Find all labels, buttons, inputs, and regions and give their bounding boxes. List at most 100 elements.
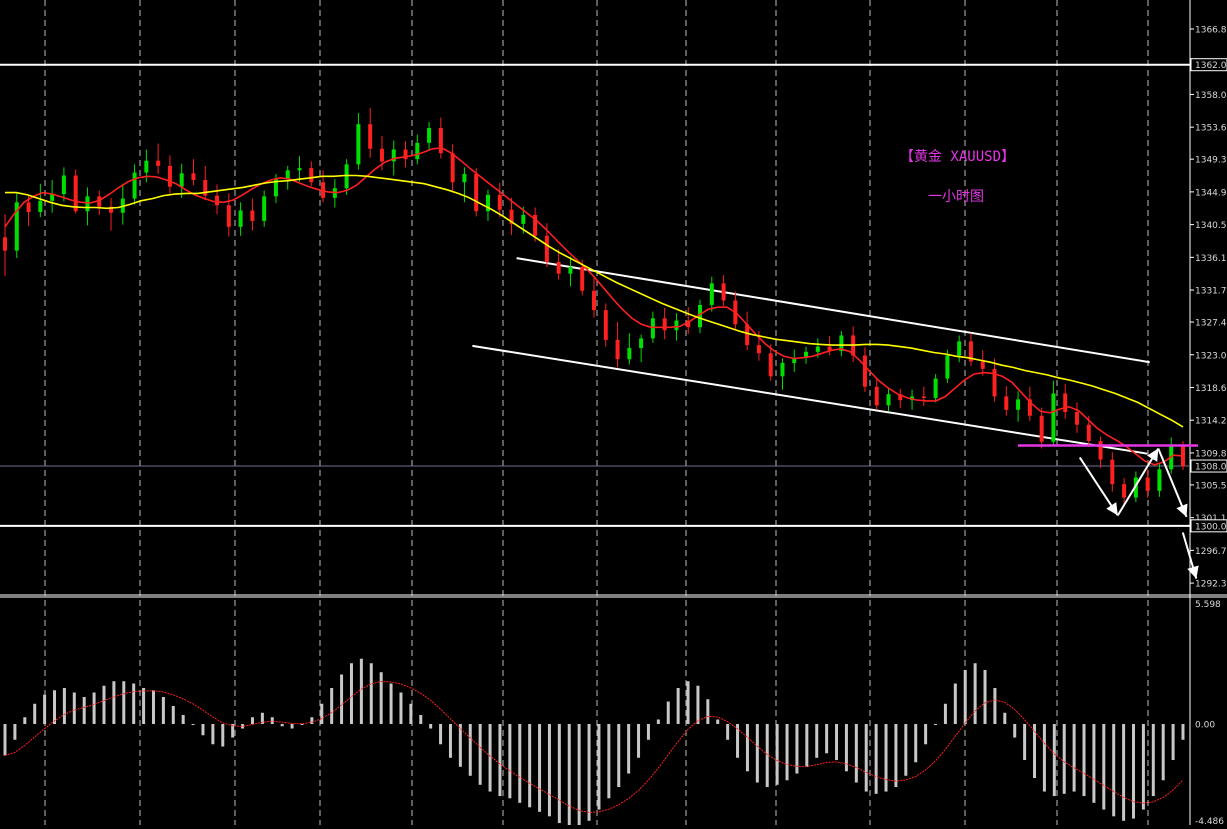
chart-title: 【黄金 XAUUSD】 xyxy=(900,148,1015,165)
osc-bar-61 xyxy=(607,724,611,799)
candle-body-79 xyxy=(933,378,938,398)
osc-bar-31 xyxy=(310,717,314,725)
y-tick-label-13: 1309.80 xyxy=(1195,449,1227,459)
chart-background xyxy=(0,0,1227,825)
candle-body-7 xyxy=(85,196,90,212)
candle-body-35 xyxy=(415,142,420,160)
osc-bar-29 xyxy=(290,724,294,729)
y-tick-label-9: 1327.40 xyxy=(1195,319,1227,329)
candle-body-93 xyxy=(1098,441,1103,460)
osc-bar-81 xyxy=(805,724,809,767)
osc-bar-32 xyxy=(320,703,324,725)
osc-bar-0 xyxy=(3,724,7,756)
osc-bar-79 xyxy=(785,724,789,781)
y-tick-label-19: 1292.30 xyxy=(1195,580,1227,590)
osc-bar-12 xyxy=(122,681,126,725)
y-tick-label-7: 1336.10 xyxy=(1195,254,1227,264)
osc-bar-66 xyxy=(656,719,660,725)
y-tick-label-2: 1358.00 xyxy=(1195,91,1227,101)
candle-body-90 xyxy=(1063,393,1068,413)
y-tick-label-1: 1362.00 xyxy=(1195,61,1227,71)
osc-bar-34 xyxy=(340,674,344,725)
candle-body-30 xyxy=(356,124,361,165)
candle-body-56 xyxy=(662,318,667,331)
candle-body-15 xyxy=(179,173,184,187)
candle-body-44 xyxy=(521,214,526,224)
osc-bar-67 xyxy=(666,701,670,725)
candle-body-36 xyxy=(427,127,432,143)
candle-body-11 xyxy=(132,172,137,199)
y-tick-label-0: 1366.80 xyxy=(1195,26,1227,36)
osc-bar-119 xyxy=(1181,724,1185,740)
osc-bar-49 xyxy=(488,724,492,792)
candle-body-37 xyxy=(438,127,443,154)
osc-bar-60 xyxy=(597,724,601,810)
candle-body-19 xyxy=(226,205,231,227)
osc-bar-30 xyxy=(300,724,304,726)
candle-body-81 xyxy=(957,341,962,356)
osc-bar-88 xyxy=(874,724,878,794)
osc-bar-54 xyxy=(538,724,542,812)
candle-body-48 xyxy=(568,267,573,274)
candle-body-40 xyxy=(474,174,479,212)
candle-body-51 xyxy=(603,310,608,340)
osc-bar-46 xyxy=(458,724,462,767)
osc-bar-15 xyxy=(151,690,155,725)
y-tick-label-12: 1314.20 xyxy=(1195,417,1227,427)
osc-bar-116 xyxy=(1151,724,1155,797)
osc-bar-21 xyxy=(211,724,215,745)
osc-bar-39 xyxy=(389,683,393,725)
candle-body-32 xyxy=(379,148,384,162)
osc-bar-112 xyxy=(1112,724,1116,817)
candle-body-12 xyxy=(144,160,149,173)
osc-bar-50 xyxy=(498,724,502,797)
osc-bar-17 xyxy=(171,706,175,725)
osc-bar-8 xyxy=(82,697,86,725)
osc-bar-78 xyxy=(775,724,779,785)
osc-bar-35 xyxy=(349,663,353,725)
candle-body-75 xyxy=(886,394,891,406)
osc-bar-118 xyxy=(1171,724,1175,761)
candle-body-94 xyxy=(1110,459,1115,485)
osc-bar-55 xyxy=(547,724,551,817)
candle-body-61 xyxy=(721,283,726,301)
candle-body-66 xyxy=(780,362,785,377)
candle-body-50 xyxy=(592,290,596,311)
osc-bar-6 xyxy=(62,687,66,725)
osc-bar-48 xyxy=(478,724,482,785)
osc-bar-62 xyxy=(617,724,621,788)
osc-bar-19 xyxy=(191,724,195,726)
y-tick-label-5: 1344.90 xyxy=(1195,188,1227,198)
y-tick-label-14: 1308.04 xyxy=(1195,463,1227,473)
y-tick-label-6: 1340.50 xyxy=(1195,221,1227,231)
candle-body-98 xyxy=(1157,469,1162,491)
candle-body-39 xyxy=(462,174,467,183)
y-tick-label-11: 1318.60 xyxy=(1195,384,1227,394)
osc-bar-92 xyxy=(914,724,918,763)
osc-bar-71 xyxy=(706,699,710,725)
candle-body-65 xyxy=(768,353,773,377)
chart-svg: 1366.80 1362.00 1358.00 1353.60 1349.30 1344.… xyxy=(0,0,1227,829)
candle-body-92 xyxy=(1086,424,1091,442)
osc-bar-102 xyxy=(1013,724,1017,738)
candle-body-74 xyxy=(874,386,879,406)
osc-bar-3 xyxy=(33,703,37,725)
candle-body-54 xyxy=(639,338,644,349)
osc-bar-96 xyxy=(953,683,957,725)
candle-body-52 xyxy=(615,339,620,360)
candle-body-26 xyxy=(309,168,314,183)
osc-bar-42 xyxy=(419,715,423,725)
candle-body-89 xyxy=(1051,393,1056,442)
candle-body-64 xyxy=(756,345,761,354)
candle-body-42 xyxy=(497,194,502,210)
osc-bar-18 xyxy=(181,715,185,725)
candle-body-73 xyxy=(862,355,867,387)
osc-bar-22 xyxy=(221,724,225,747)
chart-subtitle: 一小时图 xyxy=(928,189,984,205)
candle-body-86 xyxy=(1016,399,1021,410)
osc-bar-117 xyxy=(1161,724,1165,781)
candle-body-18 xyxy=(215,195,220,206)
osc-bar-89 xyxy=(884,724,888,792)
candle-body-57 xyxy=(674,320,679,331)
candle-body-3 xyxy=(38,200,43,212)
